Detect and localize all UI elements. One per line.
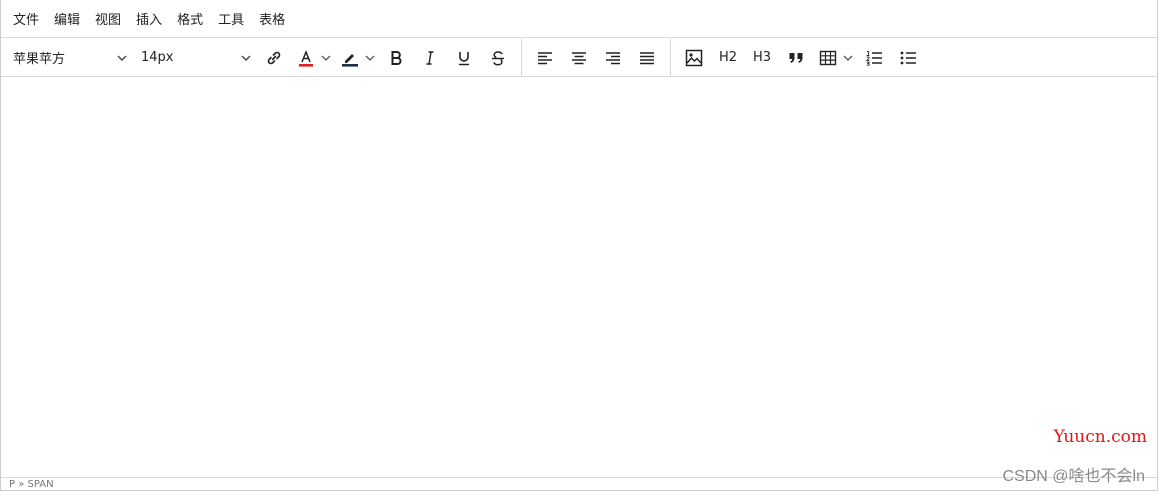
strikethrough-icon [492,50,504,65]
chevron-down-icon [117,55,127,61]
blockquote-icon [789,52,803,63]
align-center-button[interactable] [564,43,594,73]
statusbar: P » SPAN [1,477,1157,490]
heading-3-button[interactable]: H3 [747,43,777,73]
menu-edit[interactable]: 编辑 [47,5,87,32]
underline-button[interactable] [449,43,479,73]
font-family-value: 苹果苹方 [13,52,66,67]
italic-button[interactable] [415,43,445,73]
menu-insert[interactable]: 插入 [129,5,169,32]
toolbar-separator [670,38,671,77]
bullet-list-button[interactable] [893,43,923,73]
menu-file[interactable]: 文件 [6,5,46,32]
font-size-value: 14px [141,50,174,65]
author-watermark: CSDN @啥也不会ln [1002,468,1145,485]
underline-icon [459,51,469,65]
link-button[interactable] [259,43,289,73]
font-family-select[interactable]: 苹果苹方 [5,43,133,73]
font-size-select[interactable]: 14px [133,43,257,73]
align-center-icon [572,51,586,64]
text-color-button[interactable] [293,43,333,73]
italic-icon [426,50,434,65]
menu-table[interactable]: 表格 [252,5,292,32]
table-icon [819,50,837,65]
bold-icon [391,50,402,65]
chevron-down-icon [365,55,375,61]
text-color-icon [299,49,313,67]
menu-format[interactable]: 格式 [170,5,210,32]
insert-image-button[interactable] [679,43,709,73]
heading-2-button[interactable]: H2 [713,43,743,73]
editor-content-area[interactable] [1,78,1157,478]
align-right-icon [606,51,620,64]
rich-text-editor: 文件 编辑 视图 插入 格式 工具 表格 苹果苹方 14px H2 H3 P »… [0,0,1158,491]
element-path[interactable]: P » SPAN [9,479,54,490]
menubar: 文件 编辑 视图 插入 格式 工具 表格 [1,0,1157,38]
highlight-color-button[interactable] [337,43,377,73]
image-icon [685,49,703,66]
table-button[interactable] [815,43,855,73]
align-right-button[interactable] [598,43,628,73]
numbered-list-icon [865,50,882,66]
chevron-down-icon [321,55,331,61]
bullet-list-icon [900,51,916,64]
menu-view[interactable]: 视图 [88,5,128,32]
align-left-button[interactable] [530,43,560,73]
chevron-down-icon [843,55,853,61]
menu-tools[interactable]: 工具 [211,5,251,32]
align-justify-icon [640,51,654,64]
blockquote-button[interactable] [781,43,811,73]
bold-button[interactable] [381,43,411,73]
highlight-icon [342,53,358,67]
chevron-down-icon [241,55,251,61]
toolbar: 苹果苹方 14px H2 H3 [1,38,1157,77]
link-icon [267,51,281,64]
toolbar-separator [521,38,522,77]
align-left-icon [538,51,552,64]
heading-3-label: H3 [752,50,772,65]
align-justify-button[interactable] [632,43,662,73]
strikethrough-button[interactable] [483,43,513,73]
heading-2-label: H2 [718,50,738,65]
numbered-list-button[interactable] [859,43,889,73]
site-watermark: Yuucn.com [1053,427,1147,447]
